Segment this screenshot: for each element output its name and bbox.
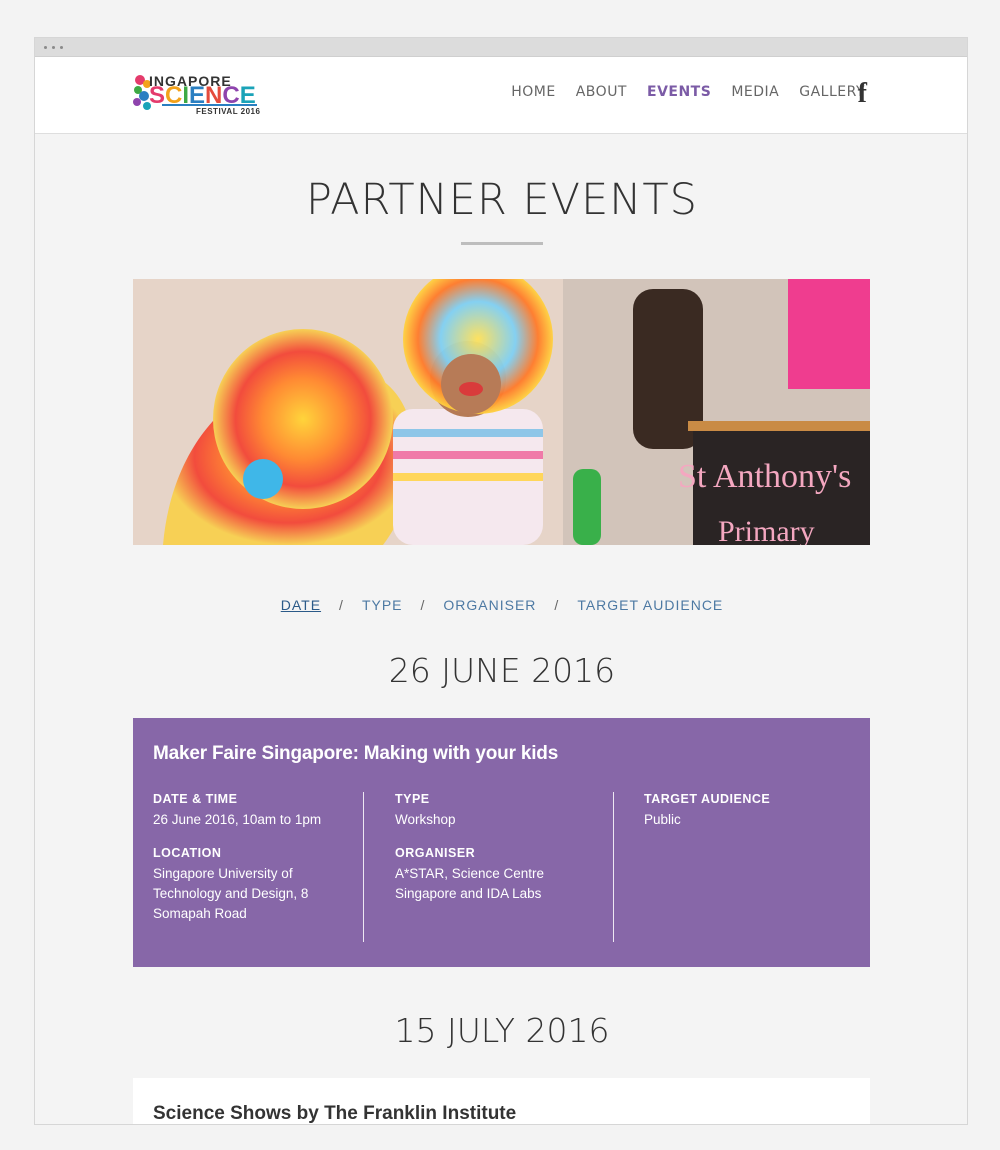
date-heading: 15 JULY 2016 (394, 1011, 610, 1050)
site-logo[interactable]: INGAPORE SCIENCE FESTIVAL 2016 (132, 68, 262, 120)
nav-item-media[interactable]: MEDIA (731, 84, 779, 100)
nav-item-about[interactable]: ABOUT (576, 84, 627, 100)
filter-target-audience[interactable]: TARGET AUDIENCE (577, 597, 723, 613)
event-title[interactable]: Science Shows by The Franklin Institute (153, 1103, 516, 1124)
organiser-label: ORGANISER (395, 846, 476, 860)
filter-separator: / (554, 597, 560, 613)
event-col-datetime: DATE & TIME 26 June 2016, 10am to 1pm LO… (153, 792, 353, 940)
main-nav: HOME ABOUT EVENTS MEDIA GALLERY (491, 84, 865, 100)
event-card[interactable]: Maker Faire Singapore: Making with your … (133, 718, 870, 967)
filter-separator: / (420, 597, 426, 613)
date-heading: 26 JUNE 2016 (388, 651, 616, 690)
type-value: Workshop (395, 812, 456, 827)
column-divider (613, 792, 614, 942)
type-label: TYPE (395, 792, 430, 806)
logo-underline (162, 104, 257, 106)
hero-sign-text-2: Primary (718, 515, 815, 545)
audience-label: TARGET AUDIENCE (644, 792, 771, 806)
window-dot-icon (52, 46, 55, 49)
location-value: Singapore University of Technology and D… (153, 866, 309, 921)
window-chrome (35, 38, 967, 57)
event-col-audience: TARGET AUDIENCE Public (644, 792, 844, 846)
event-card[interactable]: Science Shows by The Franklin Institute (133, 1078, 870, 1124)
event-title[interactable]: Maker Faire Singapore: Making with your … (153, 743, 558, 765)
window-dot-icon (44, 46, 47, 49)
filter-date[interactable]: DATE (281, 597, 321, 613)
nav-item-gallery[interactable]: GALLERY (799, 84, 865, 100)
filter-organiser[interactable]: ORGANISER (443, 597, 536, 613)
hero-image: St Anthony's Primary (133, 279, 870, 545)
event-col-type: TYPE Workshop ORGANISER A*STAR, Science … (395, 792, 605, 920)
audience-value: Public (644, 812, 681, 827)
filter-type[interactable]: TYPE (362, 597, 403, 613)
organiser-value: A*STAR, Science Centre Singapore and IDA… (395, 866, 545, 901)
facebook-icon[interactable]: f (858, 78, 867, 110)
hero-photo-illustration: St Anthony's Primary (133, 279, 870, 545)
location-label: LOCATION (153, 846, 222, 860)
filter-bar: DATE / TYPE / ORGANISER / TARGET AUDIENCE (35, 597, 967, 613)
hero-sign-text: St Anthony's (678, 458, 851, 495)
logo-line3: FESTIVAL 2016 (196, 107, 261, 116)
date-time-label: DATE & TIME (153, 792, 238, 806)
nav-item-home[interactable]: HOME (511, 84, 555, 100)
nav-item-events[interactable]: EVENTS (647, 84, 711, 100)
title-divider (461, 242, 543, 245)
page-title: PARTNER EVENTS (306, 175, 698, 225)
browser-window: INGAPORE SCIENCE FESTIVAL 2016 HOME ABOUT… (34, 37, 968, 1125)
window-dot-icon (60, 46, 63, 49)
site-header: INGAPORE SCIENCE FESTIVAL 2016 HOME ABOUT… (35, 57, 967, 134)
date-time-value: 26 June 2016, 10am to 1pm (153, 812, 322, 827)
filter-separator: / (339, 597, 344, 613)
column-divider (363, 792, 364, 942)
